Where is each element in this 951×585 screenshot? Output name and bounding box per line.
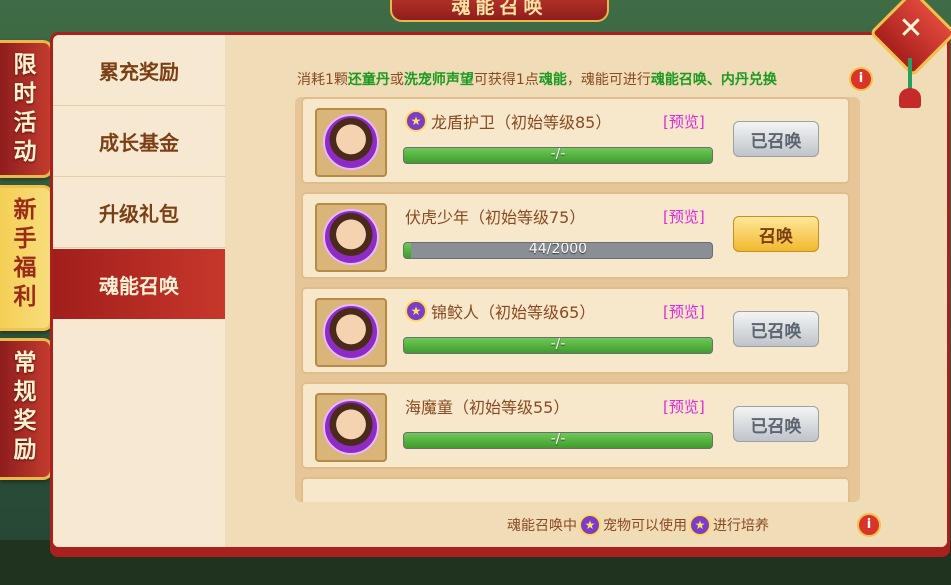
page-title: 魂能召唤: [451, 0, 548, 18]
progress-bar: 44/2000: [403, 242, 713, 259]
soul-summon-content: 消耗1颗还童丹或洗宠师声望可获得1点魂能，魂能可进行魂能召唤、内丹兑换 i ★ 龙…: [225, 35, 947, 547]
tassel-ornament: [899, 88, 921, 108]
menu-item-recharge-rewards[interactable]: 累充奖励: [53, 35, 225, 106]
menu-item-label: 累充奖励: [99, 59, 179, 84]
reward-menu: 累充奖励 成长基金 升级礼包 魂能召唤: [53, 35, 225, 547]
side-tab-newbie-welfare[interactable]: 新手福利: [0, 185, 53, 331]
close-icon[interactable]: ✕: [890, 8, 932, 50]
pet-list[interactable]: ★ 龙盾护卫（初始等级85） [预览] -/- 已召唤 伏虎少年（初始等级75） …: [295, 97, 860, 502]
menu-item-label: 魂能召唤: [99, 273, 179, 298]
info-text: 消耗1颗还童丹或洗宠师声望可获得1点魂能，魂能可进行魂能召唤、内丹兑换: [297, 72, 777, 88]
list-item: 伏虎少年（初始等级75） [预览] 44/2000 召唤: [301, 192, 850, 279]
star-icon: ★: [405, 110, 427, 132]
main-panel: 累充奖励 成长基金 升级礼包 魂能召唤 消耗1颗还童丹或洗宠师声望可获得1点魂能…: [50, 32, 950, 557]
summoned-button[interactable]: 已召唤: [733, 121, 819, 157]
side-tab-label: 限时活动: [13, 52, 37, 165]
pet-portrait-frame[interactable]: [315, 298, 387, 367]
info-icon[interactable]: i: [857, 513, 881, 537]
pet-name: ★ 锦鲛人（初始等级65）: [405, 299, 595, 323]
star-icon: ★: [405, 300, 427, 322]
pet-name: 伏虎少年（初始等级75）: [405, 208, 586, 227]
pet-portrait: [323, 209, 379, 265]
panel-inner: 累充奖励 成长基金 升级礼包 魂能召唤 消耗1颗还童丹或洗宠师声望可获得1点魂能…: [53, 35, 947, 547]
preview-link[interactable]: [预览]: [663, 396, 705, 417]
menu-item-level-gift[interactable]: 升级礼包: [53, 177, 225, 248]
preview-link[interactable]: [预览]: [663, 206, 705, 227]
pet-portrait-frame[interactable]: [315, 203, 387, 272]
pet-portrait: [323, 114, 379, 170]
progress-bar: -/-: [403, 432, 713, 449]
side-tab-limited-time[interactable]: 限时活动: [0, 40, 53, 178]
menu-item-label: 升级礼包: [99, 201, 179, 226]
summoned-button[interactable]: 已召唤: [733, 406, 819, 442]
progress-bar: -/-: [403, 337, 713, 354]
side-tab-regular-rewards[interactable]: 常规奖励: [0, 338, 53, 480]
menu-item-growth-fund[interactable]: 成长基金: [53, 106, 225, 177]
progress-text: 44/2000: [528, 242, 588, 257]
tassel-cord: [908, 58, 912, 90]
preview-link[interactable]: [预览]: [663, 301, 705, 322]
pet-portrait: [323, 304, 379, 360]
menu-item-soul-summon[interactable]: 魂能召唤: [53, 249, 225, 319]
progress-text: -/-: [550, 337, 566, 352]
list-item: ★ 龙盾护卫（初始等级85） [预览] -/- 已召唤: [301, 97, 850, 184]
side-tab-label: 新手福利: [13, 197, 37, 310]
pet-portrait-frame[interactable]: [315, 108, 387, 177]
menu-item-label: 成长基金: [99, 130, 179, 155]
info-icon[interactable]: i: [849, 67, 873, 91]
progress-text: -/-: [550, 147, 566, 162]
summon-button[interactable]: 召唤: [733, 216, 819, 252]
pet-portrait: [323, 399, 379, 455]
progress-text: -/-: [550, 432, 566, 447]
pet-name: 海魔童（初始等级55）: [405, 398, 570, 417]
preview-link[interactable]: [预览]: [663, 111, 705, 132]
pet-portrait-frame[interactable]: [315, 393, 387, 462]
list-item-partial: [301, 477, 850, 502]
list-item: 海魔童（初始等级55） [预览] -/- 已召唤: [301, 382, 850, 469]
star-icon: ★: [579, 514, 601, 536]
star-icon: ★: [689, 514, 711, 536]
list-item: ★ 锦鲛人（初始等级65） [预览] -/- 已召唤: [301, 287, 850, 374]
title-banner: 魂能召唤: [390, 0, 609, 22]
progress-bar: -/-: [403, 147, 713, 164]
summoned-button[interactable]: 已召唤: [733, 311, 819, 347]
footer-note: 魂能召唤中 ★ 宠物可以使用 ★ 进行培养: [507, 514, 769, 536]
pet-name: ★ 龙盾护卫（初始等级85）: [405, 109, 611, 133]
side-tab-label: 常规奖励: [13, 350, 37, 463]
